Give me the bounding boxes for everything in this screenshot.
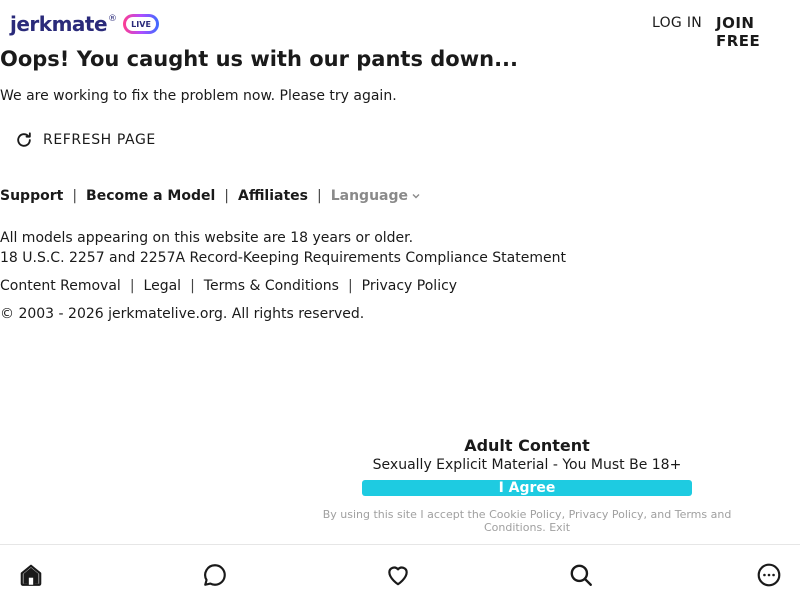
- age-notice: All models appearing on this website are…: [0, 230, 414, 246]
- separator: |: [317, 188, 322, 204]
- chevron-down-icon: [412, 194, 420, 199]
- separator: |: [347, 278, 353, 294]
- affiliates-link[interactable]: Affiliates: [238, 188, 308, 204]
- support-link[interactable]: Support: [0, 188, 63, 204]
- terms-conditions-link[interactable]: Terms & Conditions: [204, 278, 339, 294]
- i-agree-button[interactable]: I Agree: [362, 480, 692, 496]
- live-badge-inner: LIVE: [126, 17, 157, 31]
- home-icon: [20, 564, 42, 586]
- age-gate-disclaimer: By using this site I accept the Cookie P…: [312, 508, 742, 534]
- login-link[interactable]: LOG IN: [652, 15, 702, 31]
- cookie-policy-link[interactable]: Cookie Policy: [489, 508, 561, 521]
- copyright: © 2003 - 2026 jerkmatelive.org. All righ…: [0, 306, 365, 322]
- separator: |: [129, 278, 135, 294]
- search-icon: [570, 564, 592, 586]
- live-badge: LIVE: [123, 14, 160, 34]
- age-gate-subtitle: Sexually Explicit Material - You Must Be…: [372, 457, 682, 473]
- nav-more-button[interactable]: [755, 561, 783, 589]
- nav-chat-button[interactable]: [201, 561, 229, 589]
- content-removal-link[interactable]: Content Removal: [0, 278, 121, 294]
- footer-links: Support | Become a Model | Affiliates | …: [0, 188, 420, 204]
- page-title: Oops! You caught us with our pants down.…: [0, 47, 519, 71]
- nav-favorites-button[interactable]: [384, 561, 412, 589]
- heart-icon: [388, 566, 408, 586]
- disclaimer-and: , and: [643, 508, 675, 521]
- chat-icon: [204, 564, 226, 586]
- refresh-page-button[interactable]: REFRESH PAGE: [14, 128, 156, 152]
- error-message: We are working to fix the problem now. P…: [0, 88, 397, 104]
- compliance-statement-link[interactable]: 18 U.S.C. 2257 and 2257A Record-Keeping …: [0, 250, 566, 266]
- logo-text: jerkmate: [10, 12, 108, 36]
- disclaimer-comma: ,: [561, 508, 569, 521]
- legal-link[interactable]: Legal: [144, 278, 182, 294]
- refresh-icon: [17, 132, 31, 147]
- language-dropdown[interactable]: Language: [331, 188, 420, 204]
- more-icon: [757, 563, 781, 587]
- nav-search-button[interactable]: [567, 561, 595, 589]
- gate-privacy-policy-link[interactable]: Privacy Policy: [569, 508, 644, 521]
- refresh-page-label: REFRESH PAGE: [43, 132, 156, 148]
- live-badge-text: LIVE: [131, 19, 151, 29]
- separator: |: [224, 188, 229, 204]
- disclaimer-prefix: By using this site I accept the: [322, 508, 490, 521]
- legal-links: Content Removal | Legal | Terms & Condit…: [0, 278, 457, 294]
- logo-registered-mark: ®: [108, 14, 118, 24]
- separator: |: [72, 188, 78, 204]
- header: jerkmate ® LIVE LOG IN JOIN FREE: [0, 0, 800, 50]
- age-gate-title: Adult Content: [464, 436, 590, 455]
- privacy-policy-link[interactable]: Privacy Policy: [362, 278, 457, 294]
- exit-link[interactable]: Exit: [549, 521, 570, 534]
- become-a-model-link[interactable]: Become a Model: [86, 188, 215, 204]
- nav-home-button[interactable]: [17, 561, 45, 589]
- bottom-nav: [0, 544, 800, 600]
- join-free-link[interactable]: JOIN FREE: [716, 14, 800, 50]
- language-label: Language: [330, 188, 409, 204]
- logo[interactable]: jerkmate ® LIVE: [10, 12, 160, 36]
- separator: |: [190, 278, 195, 294]
